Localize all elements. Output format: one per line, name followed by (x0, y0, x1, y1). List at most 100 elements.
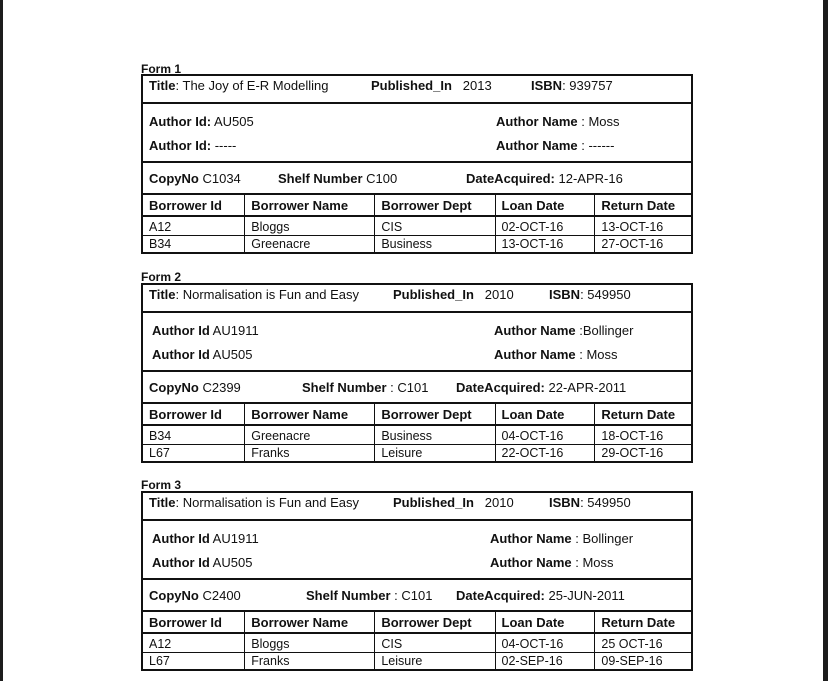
copy-no-label: CopyNo (149, 588, 199, 603)
author-id-value: AU505 (212, 555, 253, 570)
author-name-label: Author Name (494, 347, 576, 362)
author-name: Author Name : ------ (496, 138, 614, 153)
borrower-table-section: Borrower Id Borrower Name Borrower Dept Loa… (143, 612, 691, 669)
table-cell: Franks (244, 444, 375, 461)
authors-section: Author Id: AU505 Author Name : Moss Author… (143, 104, 691, 163)
column-header: Loan Date (494, 404, 595, 426)
published-value: 2013 (462, 78, 492, 93)
copy-no: CopyNo C2400 (149, 588, 241, 603)
document-page: Form 1 Title: The Joy of E-R Modelling Pub… (3, 0, 823, 681)
copy-row: CopyNo C2400 Shelf Number : C101 DateAcqui… (143, 580, 691, 612)
column-header: Loan Date (494, 195, 595, 217)
shelf-number: Shelf Number C100 (278, 171, 397, 186)
author-name-value: : Moss (575, 555, 614, 570)
title-value: The Joy of E-R Modelling (182, 78, 329, 93)
authors-section: Author Id AU1911 Author Name :Bollinger Au… (143, 313, 691, 372)
author-name-label: Author Name (490, 555, 572, 570)
column-header: Borrower Name (244, 195, 375, 217)
column-header: Borrower Id (143, 404, 245, 426)
table-cell: B34 (149, 236, 172, 251)
title-field: Title: Normalisation is Fun and Easy (149, 287, 360, 302)
column-header: Loan Date (494, 612, 595, 634)
table-cell: L67 (149, 653, 170, 668)
form-label: Form 3 (141, 478, 182, 492)
published-value: 2010 (484, 495, 514, 510)
author-id-label: Author Id (152, 347, 210, 362)
table-cell: Bloggs (244, 633, 375, 653)
column-header: Borrower Name (244, 404, 375, 426)
isbn-field: ISBN: 549950 (549, 287, 631, 302)
copy-no-value: C2399 (202, 380, 241, 395)
shelf-number-value: : C101 (394, 588, 433, 603)
author-name-value: :Bollinger (579, 323, 634, 338)
isbn-label: ISBN (531, 78, 563, 93)
author-id-label: Author Id (152, 531, 210, 546)
copy-row: CopyNo C1034 Shelf Number C100 DateAcquire… (143, 163, 691, 195)
form-box: Title: The Joy of E-R Modelling Published… (141, 74, 693, 254)
author-name-label: Author Name (496, 138, 578, 153)
table-cell: 09-SEP-16 (594, 652, 691, 669)
author-name-label: Author Name (494, 323, 576, 338)
table-cell: CIS (374, 633, 496, 653)
table-cell: Business (374, 425, 496, 445)
borrower-table: Borrower Id Borrower Name Borrower Dept Loa… (143, 612, 691, 669)
borrower-table: Borrower Id Borrower Name Borrower Dept Loa… (143, 404, 691, 461)
table-cell: Franks (244, 652, 375, 669)
table-row: B34 Greenacre Business 04-OCT-16 18-OCT-16 (143, 425, 691, 445)
form-label: Form 2 (141, 270, 182, 284)
table-row: L67 Franks Leisure 22-OCT-16 29-OCT-16 (143, 444, 691, 461)
author-id: Author Id AU505 (152, 347, 252, 362)
borrower-table-section: Borrower Id Borrower Name Borrower Dept Loa… (143, 404, 691, 461)
form-box: Title: Normalisation is Fun and Easy Publ… (141, 283, 693, 463)
author-id: Author Id AU1911 (152, 323, 259, 338)
author-id: Author Id: ----- (149, 138, 236, 153)
date-acquired-label: DateAcquired: (466, 171, 555, 186)
published-field: Published_In 2010 (393, 495, 514, 510)
author-name-value: : Moss (579, 347, 618, 362)
column-header: Borrower Dept (374, 612, 496, 634)
table-cell: Leisure (374, 652, 496, 669)
author-name-value: : Moss (581, 114, 620, 129)
date-acquired: DateAcquired: 12-APR-16 (466, 171, 623, 186)
author-id-value: AU1911 (212, 323, 259, 338)
copy-no-value: C1034 (202, 171, 241, 186)
table-cell: A12 (143, 633, 245, 653)
table-cell: 04-OCT-16 (494, 425, 595, 445)
shelf-number: Shelf Number : C101 (302, 380, 428, 395)
column-header: Borrower Id (143, 612, 245, 634)
column-header: Borrower Id (143, 195, 245, 217)
column-header: Borrower Dept (374, 195, 496, 217)
table-cell: Greenacre (244, 235, 375, 252)
copy-no-label: CopyNo (149, 171, 199, 186)
date-acquired-value: 25-JUN-2011 (548, 588, 625, 603)
table-row: A12 Bloggs CIS 02-OCT-16 13-OCT-16 (143, 216, 691, 236)
title-row: Title: Normalisation is Fun and Easy Publ… (143, 285, 691, 313)
published-label: Published_In (393, 495, 474, 510)
table-cell: CIS (374, 216, 496, 236)
isbn-value: 549950 (587, 287, 631, 302)
author-name: Author Name : Moss (490, 555, 614, 570)
date-acquired-value: 22-APR-2011 (548, 380, 627, 395)
table-header-row: Borrower Id Borrower Name Borrower Dept Loa… (143, 404, 691, 426)
author-id-value: AU1911 (212, 531, 259, 546)
author-id-value: ----- (214, 138, 237, 153)
author-id-label: Author Id: (149, 114, 212, 129)
shelf-number-value: C100 (366, 171, 398, 186)
copy-row: CopyNo C2399 Shelf Number : C101 DateAcqui… (143, 372, 691, 404)
author-name-value: : ------ (581, 138, 615, 153)
shelf-number-label: Shelf Number (302, 380, 387, 395)
copy-no-value: C2400 (202, 588, 241, 603)
isbn-value: 549950 (587, 495, 631, 510)
published-field: Published_In 2013 (371, 78, 492, 93)
table-cell: A12 (143, 216, 245, 236)
isbn-value: 939757 (569, 78, 613, 93)
copy-no-label: CopyNo (149, 380, 199, 395)
author-name: Author Name :Bollinger (494, 323, 633, 338)
title-label: Title (149, 495, 176, 510)
table-cell: 04-OCT-16 (494, 633, 595, 653)
isbn-field: ISBN: 939757 (531, 78, 613, 93)
copy-no: CopyNo C1034 (149, 171, 241, 186)
authors-section: Author Id AU1911 Author Name : Bollinger A… (143, 521, 691, 580)
table-cell: 27-OCT-16 (594, 235, 691, 252)
table-row: B34 Greenacre Business 13-OCT-16 27-OCT-16 (143, 235, 691, 252)
